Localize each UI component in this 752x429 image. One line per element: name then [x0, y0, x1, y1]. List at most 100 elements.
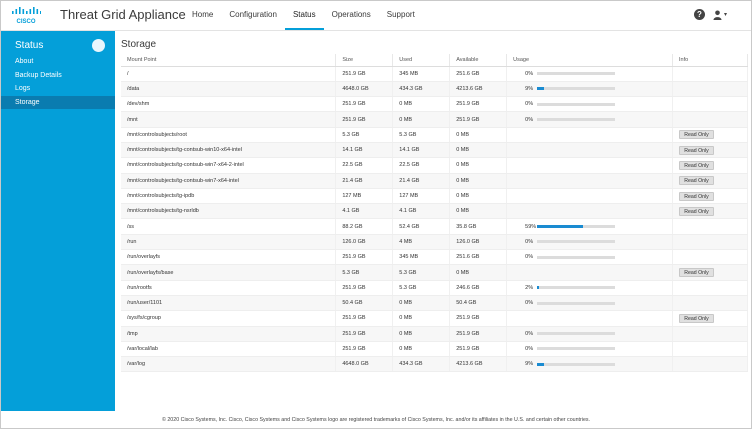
available-cell: 251.9 GB [449, 326, 508, 342]
nav-item-configuration[interactable]: Configuration [221, 1, 285, 30]
cisco-logo[interactable]: CISCO [11, 6, 41, 26]
read-only-badge[interactable]: Read Only [679, 145, 715, 155]
used-cell: 0 MB [392, 295, 451, 312]
used-cell: 22.5 GB [392, 157, 451, 174]
read-only-badge[interactable]: Read Only [679, 130, 715, 140]
read-only-badge[interactable]: Read Only [679, 268, 715, 277]
read-only-badge[interactable]: Read Only [679, 160, 715, 170]
used-cell: 5.3 GB [392, 280, 451, 296]
available-cell: 50.4 GB [449, 295, 508, 312]
usage-bar-fill [537, 225, 584, 229]
nav-item-home[interactable]: Home [184, 1, 221, 30]
mount-point-cell: /mnt/controlsubjects/tg-ipdb [121, 188, 337, 205]
table-row: /var/log 4648.0 GB 434.3 GB 4213.6 GB 9% [121, 356, 748, 373]
column-header[interactable]: Usage [506, 54, 674, 67]
size-cell: 14.1 GB [335, 142, 394, 159]
mount-point-cell: /var/local/lab [121, 341, 337, 358]
info-cell: Read Only [672, 157, 748, 174]
table-row: /var/local/lab 251.9 GB 0 MB 251.9 GB 0% [121, 341, 748, 358]
usage-indicator: 9% [513, 86, 672, 92]
sidebar-item-about[interactable]: About [1, 55, 115, 69]
mount-point-cell: /ss [121, 218, 337, 235]
info-cell: Read Only [672, 310, 748, 327]
usage-percent: 0% [525, 101, 534, 108]
used-cell: 0 MB [392, 310, 451, 327]
table-row: /mnt/controlsubjects/tg-ipdb 127 MB 127 MB… [121, 188, 748, 205]
size-cell: 21.4 GB [335, 173, 394, 189]
page-title: Storage [121, 39, 157, 50]
collapse-icon[interactable] [92, 39, 105, 52]
info-cell [672, 81, 748, 98]
info-cell: Read Only [672, 203, 748, 220]
available-cell: 0 MB [449, 173, 508, 189]
mount-point-cell: /mnt [121, 111, 337, 128]
header-icons: ? ▾ [693, 9, 727, 20]
table-header-row: Mount Point Size Used Available Usage Info [121, 54, 748, 67]
usage-cell [506, 127, 674, 143]
mount-point-cell: /run/rootfs [121, 280, 337, 296]
table-body: /251.9 GB 345 MB 251.6 GB 0%/data 4648.0 GB 4… [121, 66, 748, 373]
read-only-badge[interactable]: Read Only [679, 191, 715, 201]
column-header[interactable]: Info [672, 54, 748, 67]
sidebar-item-backup-details[interactable]: Backup Details [1, 69, 115, 83]
table-row: /dev/shm 251.9 GB 0 MB 251.9 GB 0% [121, 96, 748, 113]
nav-item-status[interactable]: Status [284, 1, 324, 30]
mount-point-cell: /run/overlayfs/base [121, 264, 337, 281]
user-menu[interactable]: ▾ [713, 10, 727, 20]
size-cell: 4648.0 GB [335, 81, 394, 98]
size-cell: 251.9 GB [335, 249, 394, 266]
usage-percent: 0% [525, 330, 534, 337]
usage-indicator: 0% [513, 300, 672, 306]
usage-percent: 0% [525, 116, 534, 123]
column-header[interactable]: Size [335, 54, 394, 67]
footer-copyright: © 2020 Cisco Systems, Inc. Cisco, Cisco … [161, 417, 591, 423]
mount-point-cell: /mnt/controlsubjects/tg-nsrldb [121, 203, 337, 220]
available-cell: 0 MB [449, 188, 508, 205]
size-cell: 5.3 GB [335, 264, 394, 281]
available-cell: 251.9 GB [449, 341, 508, 358]
table-row: /sys/fs/cgroup 251.9 GB 0 MB 251.9 GB Read O… [121, 310, 748, 327]
table-row: /mnt/controlsubjects/tg-contsub-win7-x64… [121, 157, 748, 174]
size-cell: 4.1 GB [335, 203, 394, 220]
usage-bar [537, 72, 616, 76]
used-cell: 5.3 GB [392, 127, 451, 143]
table-row: /data 4648.0 GB 434.3 GB 4213.6 GB 9% [121, 81, 748, 98]
available-cell: 0 MB [449, 127, 508, 143]
usage-percent: 9% [525, 361, 534, 368]
size-cell: 251.9 GB [335, 96, 394, 113]
size-cell: 251.9 GB [335, 326, 394, 342]
info-cell [672, 341, 748, 358]
available-cell: 251.6 GB [449, 66, 508, 82]
sidebar-item-storage[interactable]: Storage [1, 95, 115, 109]
usage-cell: 59% [506, 218, 674, 235]
sidebar-item-logs[interactable]: Logs [1, 82, 115, 96]
read-only-badge[interactable]: Read Only [679, 176, 715, 186]
chevron-down-icon: ▾ [723, 12, 727, 18]
info-cell [672, 66, 748, 82]
column-header[interactable]: Mount Point [121, 54, 337, 67]
size-cell: 22.5 GB [335, 157, 394, 174]
usage-cell: 0% [506, 111, 674, 128]
info-cell [672, 234, 748, 251]
size-cell: 50.4 GB [335, 295, 394, 312]
nav-item-operations[interactable]: Operations [324, 1, 379, 30]
usage-bar [537, 240, 616, 244]
help-icon[interactable]: ? [693, 9, 705, 20]
table-row: /run/rootfs 251.9 GB 5.3 GB 246.6 GB 2% [121, 280, 748, 296]
info-cell: Read Only [672, 127, 748, 143]
column-header[interactable]: Used [392, 54, 451, 67]
read-only-badge[interactable]: Read Only [679, 206, 715, 216]
sidebar-list: About Backup Details Logs Storage [1, 55, 115, 109]
usage-bar [537, 286, 616, 290]
info-cell [672, 249, 748, 266]
info-cell [672, 280, 748, 296]
usage-cell: 0% [506, 341, 674, 358]
info-cell [672, 326, 748, 342]
usage-cell: 0% [506, 295, 674, 312]
column-header[interactable]: Available [449, 54, 508, 67]
nav-item-support[interactable]: Support [379, 1, 423, 30]
available-cell: 0 MB [449, 264, 508, 281]
usage-cell: 0% [506, 96, 674, 113]
usage-bar [537, 255, 616, 259]
read-only-badge[interactable]: Read Only [679, 313, 715, 323]
